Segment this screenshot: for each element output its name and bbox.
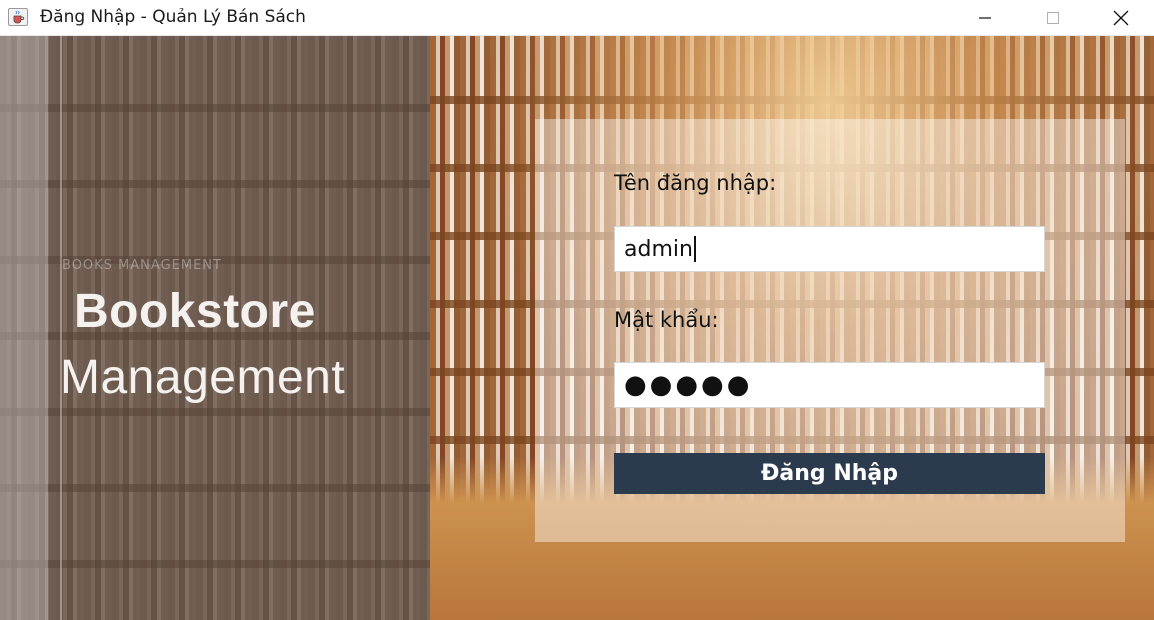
brand-title-management: Management <box>60 351 346 404</box>
password-masked-value: ●●●●● <box>624 370 753 400</box>
login-window-body: BOOKS MANAGEMENT Bookstore Management Tê… <box>0 36 1154 620</box>
maximize-button[interactable] <box>1030 0 1076 36</box>
username-input[interactable]: admin <box>614 226 1045 272</box>
java-cup-icon <box>8 8 28 26</box>
brand-watermark: BOOKS MANAGEMENT <box>62 258 222 273</box>
left-divider-line <box>60 36 62 620</box>
username-label: Tên đăng nhập: <box>614 171 777 195</box>
maximize-icon <box>1047 12 1059 24</box>
close-icon <box>1113 10 1129 26</box>
username-value: admin <box>624 236 693 262</box>
close-button[interactable] <box>1098 0 1144 36</box>
login-panel: Tên đăng nhập: admin Mật khẩu: ●●●●● Đăn… <box>535 119 1125 542</box>
text-caret <box>693 236 696 262</box>
password-label: Mật khẩu: <box>614 308 719 332</box>
password-input[interactable]: ●●●●● <box>614 362 1045 408</box>
left-edge-fade <box>0 36 48 620</box>
login-button[interactable]: Đăng Nhập <box>614 453 1045 494</box>
brand-title-bookstore: Bookstore <box>74 285 316 338</box>
window-title: Đăng Nhập - Quản Lý Bán Sách <box>40 7 306 27</box>
minimize-icon <box>979 17 991 19</box>
minimize-button[interactable] <box>962 0 1008 36</box>
window-titlebar: Đăng Nhập - Quản Lý Bán Sách <box>0 0 1154 36</box>
